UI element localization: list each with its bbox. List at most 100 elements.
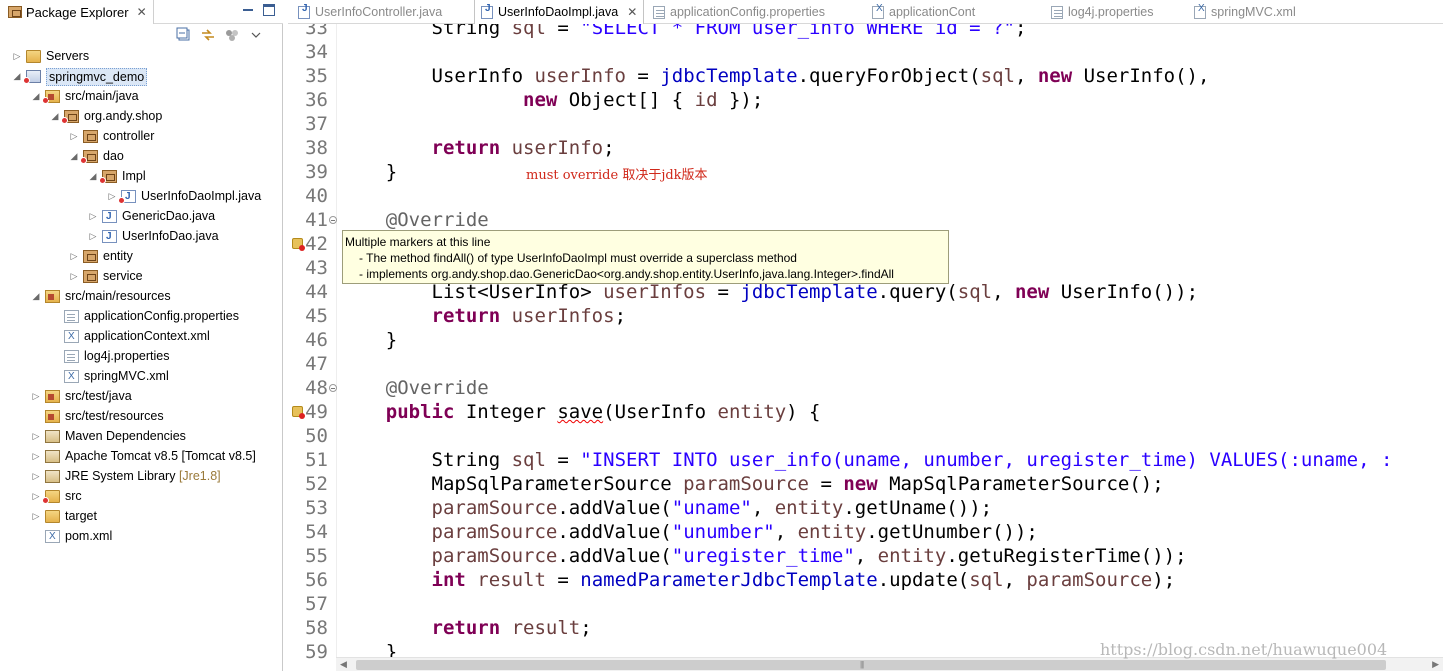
tree-item[interactable]: springMVC.xml bbox=[0, 366, 283, 387]
line-number: 50 bbox=[305, 425, 328, 447]
code-line[interactable]: 40 bbox=[288, 184, 1443, 208]
code-line[interactable]: 54 paramSource.addValue("unumber", entit… bbox=[288, 520, 1443, 544]
tree-item[interactable]: ◢ org.andy.shop bbox=[0, 106, 283, 126]
tree-item[interactable]: ◢ springmvc_demo bbox=[0, 66, 283, 86]
close-icon[interactable]: ✕ bbox=[627, 5, 637, 19]
code-line[interactable]: 45 return userInfos; bbox=[288, 304, 1443, 328]
code-line[interactable]: 38 return userInfo; bbox=[288, 136, 1443, 160]
code-line[interactable]: 39 } bbox=[288, 160, 1443, 184]
line-number: 43 bbox=[305, 257, 328, 279]
tree-item[interactable]: ▷ Servers bbox=[0, 46, 283, 66]
tree-item[interactable]: applicationConfig.properties bbox=[0, 306, 283, 326]
link-with-editor-icon[interactable] bbox=[200, 27, 216, 43]
close-icon[interactable]: ✕ bbox=[137, 5, 147, 19]
code-token: .update( bbox=[877, 569, 970, 591]
line-number: 47 bbox=[305, 353, 328, 375]
code-line[interactable]: 35 UserInfo userInfo = jdbcTemplate.quer… bbox=[288, 64, 1443, 88]
tree-item[interactable]: ◢ src/main/resources bbox=[0, 286, 283, 306]
fold-toggle-icon[interactable] bbox=[329, 384, 337, 392]
error-marker-icon[interactable] bbox=[292, 406, 305, 419]
code-line[interactable]: 46 } bbox=[288, 328, 1443, 352]
code-token: Object[] { bbox=[557, 89, 695, 111]
code-line[interactable]: 41 @Override bbox=[288, 208, 1443, 232]
code-line[interactable]: 56 int result = namedParameterJdbcTempla… bbox=[288, 568, 1443, 592]
error-marker-icon[interactable] bbox=[292, 238, 305, 251]
tree-item[interactable]: ▷ Maven Dependencies bbox=[0, 426, 283, 446]
editor-tab[interactable]: springMVC.xml bbox=[1194, 0, 1296, 24]
editor-tab[interactable]: log4j.properties bbox=[1051, 0, 1153, 24]
tree-item[interactable]: ▷ src bbox=[0, 486, 283, 506]
tree-item[interactable]: ▷ controller bbox=[0, 126, 283, 146]
collapse-arrow-icon[interactable]: ◢ bbox=[12, 66, 22, 86]
tree-item[interactable]: src/test/resources bbox=[0, 406, 283, 426]
tree-item[interactable]: ▷ UserInfoDaoImpl.java bbox=[0, 186, 283, 207]
code-line[interactable]: 48 @Override bbox=[288, 376, 1443, 400]
tree-item[interactable]: ◢ src/main/java bbox=[0, 86, 283, 106]
fold-toggle-icon[interactable] bbox=[329, 216, 337, 224]
expand-arrow-icon[interactable]: ▷ bbox=[88, 206, 98, 226]
editor-tab[interactable]: UserInfoDaoImpl.java ✕ bbox=[474, 0, 645, 24]
focus-on-active-task-icon[interactable] bbox=[224, 27, 240, 43]
expand-arrow-icon[interactable]: ▷ bbox=[69, 266, 79, 286]
expand-arrow-icon[interactable]: ▷ bbox=[69, 246, 79, 266]
expand-arrow-icon[interactable]: ▷ bbox=[31, 386, 41, 406]
code-line[interactable]: 55 paramSource.addValue("uregister_time"… bbox=[288, 544, 1443, 568]
expand-arrow-icon[interactable]: ▷ bbox=[31, 446, 41, 466]
editor-tab[interactable]: applicationCont bbox=[872, 0, 975, 24]
code-line[interactable]: 49 public Integer save(UserInfo entity) … bbox=[288, 400, 1443, 424]
scroll-right-icon[interactable]: ▶ bbox=[1432, 659, 1439, 670]
code-line[interactable]: 53 paramSource.addValue("uname", entity.… bbox=[288, 496, 1443, 520]
collapse-all-icon[interactable] bbox=[176, 27, 192, 43]
tree-item[interactable]: log4j.properties bbox=[0, 346, 283, 366]
tree-item[interactable]: ▷ UserInfoDao.java bbox=[0, 226, 283, 247]
tree-item[interactable]: ◢ Impl bbox=[0, 166, 283, 186]
horizontal-scrollbar[interactable]: ◀ ||| ▶ bbox=[336, 657, 1443, 671]
line-number: 52 bbox=[305, 473, 328, 495]
scrollbar-thumb[interactable] bbox=[356, 660, 1386, 670]
expand-arrow-icon[interactable]: ▷ bbox=[69, 126, 79, 146]
view-window-controls bbox=[241, 3, 275, 17]
tree-item[interactable]: ▷ JRE System Library [Jre1.8] bbox=[0, 466, 283, 486]
expand-arrow-icon[interactable]: ▷ bbox=[31, 486, 41, 506]
minimize-icon[interactable] bbox=[241, 3, 255, 17]
package-explorer-tab[interactable]: Package Explorer ✕ bbox=[0, 0, 154, 24]
tree-item[interactable]: ▷ service bbox=[0, 266, 283, 286]
collapse-arrow-icon[interactable]: ◢ bbox=[31, 86, 41, 106]
code-line[interactable]: 34 bbox=[288, 40, 1443, 64]
tree-item[interactable]: ▷ GenericDao.java bbox=[0, 206, 283, 227]
java-editor[interactable]: 33 String sql = "SELECT * FROM user_info… bbox=[288, 24, 1443, 671]
view-menu-icon[interactable] bbox=[248, 27, 264, 43]
code-line[interactable]: 33 String sql = "SELECT * FROM user_info… bbox=[288, 24, 1443, 40]
tree-item[interactable]: ▷ src/test/java bbox=[0, 386, 283, 406]
code-line[interactable]: 51 String sql = "INSERT INTO user_info(u… bbox=[288, 448, 1443, 472]
editor-tab[interactable]: UserInfoController.java bbox=[298, 0, 442, 24]
expand-arrow-icon[interactable]: ▷ bbox=[88, 226, 98, 246]
expand-arrow-icon[interactable]: ▷ bbox=[31, 466, 41, 486]
code-line[interactable]: 37 bbox=[288, 112, 1443, 136]
tree-item[interactable]: ▷ entity bbox=[0, 246, 283, 266]
tree-item[interactable]: ▷ target bbox=[0, 506, 283, 526]
tree-item[interactable]: applicationContext.xml bbox=[0, 326, 283, 347]
maximize-icon[interactable] bbox=[263, 4, 275, 16]
expand-arrow-icon[interactable]: ▷ bbox=[31, 506, 41, 526]
code-line[interactable]: 58 return result; bbox=[288, 616, 1443, 640]
code-line[interactable]: 47 bbox=[288, 352, 1443, 376]
code-line[interactable]: 52 MapSqlParameterSource paramSource = n… bbox=[288, 472, 1443, 496]
tree-item[interactable]: ◢ dao bbox=[0, 146, 283, 166]
collapse-arrow-icon[interactable]: ◢ bbox=[69, 146, 79, 166]
expand-arrow-icon[interactable]: ▷ bbox=[12, 46, 22, 66]
tree-item-text: Servers bbox=[46, 49, 90, 63]
expand-arrow-icon[interactable]: ▷ bbox=[31, 426, 41, 446]
expand-arrow-icon[interactable]: ▷ bbox=[107, 186, 117, 206]
tree-item[interactable]: pom.xml bbox=[0, 526, 283, 547]
tree-item[interactable]: ▷ Apache Tomcat v8.5 [Tomcat v8.5] bbox=[0, 446, 283, 466]
scroll-left-icon[interactable]: ◀ bbox=[340, 659, 347, 670]
collapse-arrow-icon[interactable]: ◢ bbox=[31, 286, 41, 306]
editor-tab[interactable]: applicationConfig.properties bbox=[653, 0, 825, 24]
error-badge-icon bbox=[61, 117, 68, 124]
code-line[interactable]: 50 bbox=[288, 424, 1443, 448]
code-line[interactable]: 57 bbox=[288, 592, 1443, 616]
collapse-arrow-icon[interactable]: ◢ bbox=[88, 166, 98, 186]
code-line[interactable]: 36 new Object[] { id }); bbox=[288, 88, 1443, 112]
collapse-arrow-icon[interactable]: ◢ bbox=[50, 106, 60, 126]
